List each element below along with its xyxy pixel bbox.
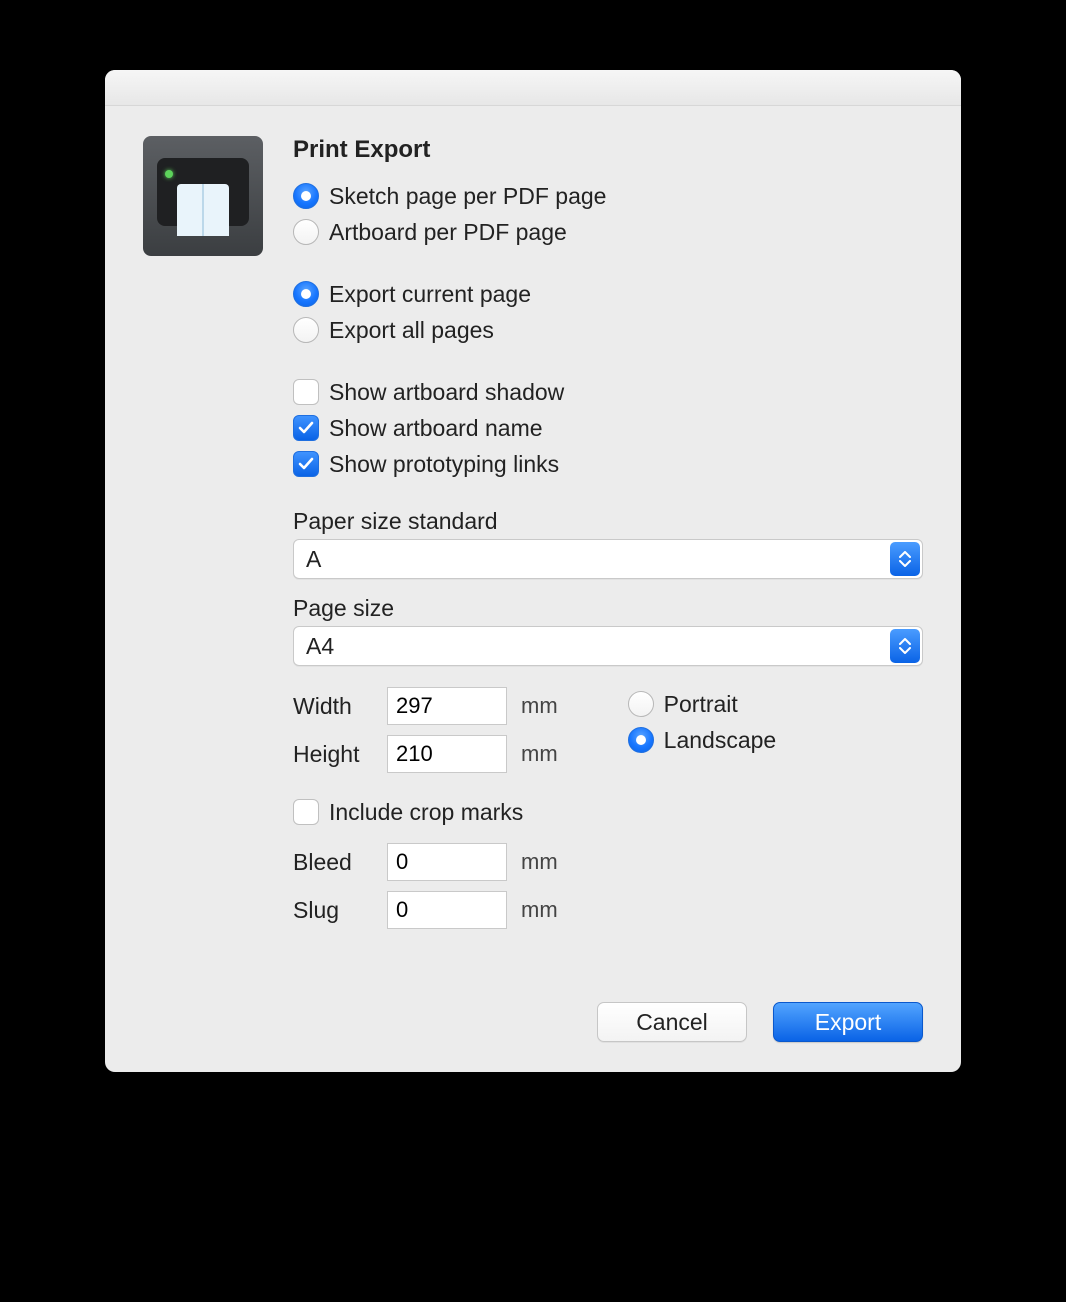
checkbox-show-name[interactable] xyxy=(293,415,319,441)
radio-portrait[interactable] xyxy=(628,691,654,717)
dialog-title: Print Export xyxy=(293,136,923,164)
paper-standard-value: A xyxy=(306,546,888,573)
width-input[interactable] xyxy=(387,687,507,725)
paper-standard-label: Paper size standard xyxy=(293,508,923,535)
height-unit: mm xyxy=(521,741,558,767)
width-unit: mm xyxy=(521,693,558,719)
radio-artboard-per-page-label: Artboard per PDF page xyxy=(329,217,567,247)
printer-app-icon xyxy=(143,136,263,256)
paper-standard-select[interactable]: A xyxy=(293,539,923,579)
cancel-button-label: Cancel xyxy=(636,1009,708,1036)
page-size-select[interactable]: A4 xyxy=(293,626,923,666)
slug-input[interactable] xyxy=(387,891,507,929)
page-size-label: Page size xyxy=(293,595,923,622)
titlebar xyxy=(105,70,961,106)
radio-portrait-label: Portrait xyxy=(664,689,738,719)
bleed-unit: mm xyxy=(521,849,558,875)
scope-group: Export current page Export all pages xyxy=(293,276,923,348)
checkbox-show-proto-label: Show prototyping links xyxy=(329,449,559,479)
checkbox-show-proto[interactable] xyxy=(293,451,319,477)
radio-export-all-label: Export all pages xyxy=(329,315,494,345)
width-label: Width xyxy=(293,693,373,720)
chevron-up-down-icon xyxy=(890,542,920,576)
checkmark-icon xyxy=(297,419,315,437)
cancel-button[interactable]: Cancel xyxy=(597,1002,747,1042)
radio-artboard-per-page[interactable] xyxy=(293,219,319,245)
export-button[interactable]: Export xyxy=(773,1002,923,1042)
radio-sketch-per-page-label: Sketch page per PDF page xyxy=(329,181,606,211)
radio-landscape[interactable] xyxy=(628,727,654,753)
slug-unit: mm xyxy=(521,897,558,923)
radio-landscape-label: Landscape xyxy=(664,725,777,755)
radio-export-all[interactable] xyxy=(293,317,319,343)
print-export-dialog: Print Export Sketch page per PDF page Ar… xyxy=(105,70,961,1072)
slug-label: Slug xyxy=(293,897,373,924)
radio-sketch-per-page[interactable] xyxy=(293,183,319,209)
checkbox-show-shadow-label: Show artboard shadow xyxy=(329,377,564,407)
page-size-value: A4 xyxy=(306,633,888,660)
height-input[interactable] xyxy=(387,735,507,773)
chevron-up-down-icon xyxy=(890,629,920,663)
checkbox-crop-marks[interactable] xyxy=(293,799,319,825)
layout-group: Sketch page per PDF page Artboard per PD… xyxy=(293,178,923,250)
bleed-label: Bleed xyxy=(293,849,373,876)
visibility-options: Show artboard shadow Show artboard name … xyxy=(293,374,923,482)
checkbox-show-shadow[interactable] xyxy=(293,379,319,405)
checkbox-show-name-label: Show artboard name xyxy=(329,413,543,443)
checkbox-crop-marks-label: Include crop marks xyxy=(329,797,523,827)
radio-export-current-label: Export current page xyxy=(329,279,531,309)
radio-export-current[interactable] xyxy=(293,281,319,307)
height-label: Height xyxy=(293,741,373,768)
checkmark-icon xyxy=(297,455,315,473)
bleed-input[interactable] xyxy=(387,843,507,881)
export-button-label: Export xyxy=(815,1009,881,1036)
